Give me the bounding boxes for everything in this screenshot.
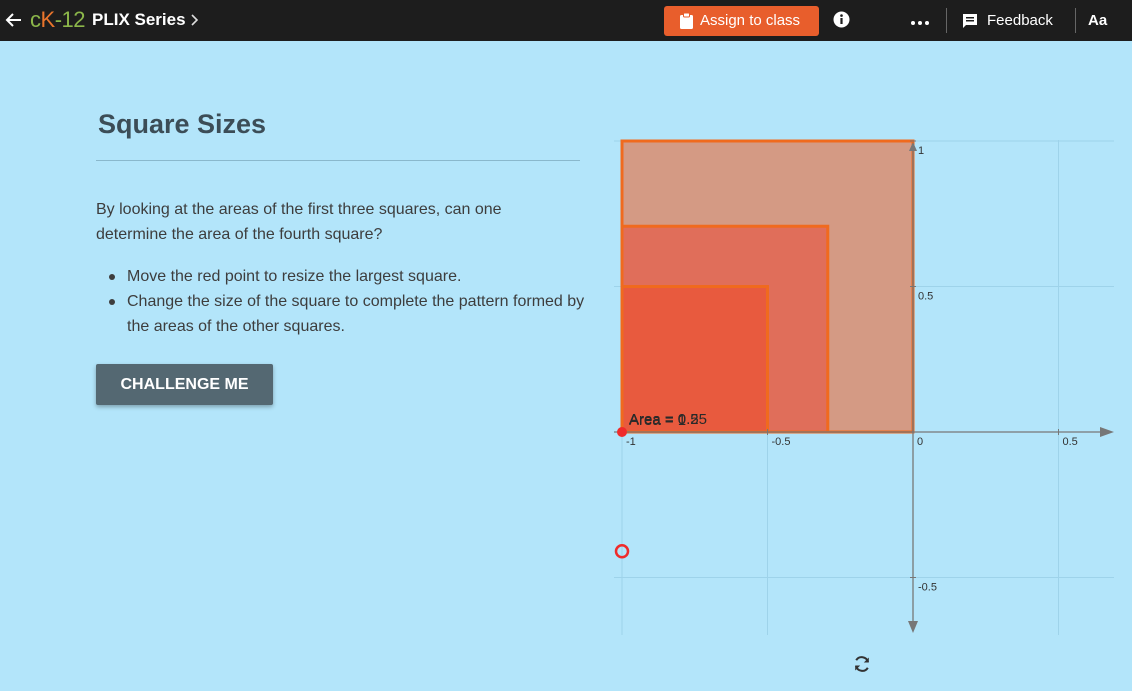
divider <box>1075 8 1076 33</box>
challenge-me-button[interactable]: CHALLENGE ME <box>96 364 273 405</box>
title-divider <box>96 160 580 161</box>
back-arrow-icon[interactable] <box>4 9 24 31</box>
instruction-list: Move the red point to resize the largest… <box>96 264 586 339</box>
clipboard-icon <box>680 13 693 29</box>
font-size-button[interactable]: Aa <box>1088 12 1107 30</box>
list-item: Change the size of the square to complet… <box>96 289 586 339</box>
resize-point[interactable] <box>617 427 627 437</box>
question-text: By looking at the areas of the first thr… <box>96 201 502 243</box>
x-tick-label: -1 <box>626 436 636 448</box>
instruction-text: Move the red point to resize the largest… <box>127 268 462 285</box>
page-title: Square Sizes <box>98 109 267 139</box>
x-tick-label: -0.5 <box>772 436 791 448</box>
assign-to-class-button[interactable]: Assign to class <box>664 6 819 36</box>
feedback-icon <box>963 14 977 28</box>
ck12-logo[interactable]: cK-12 <box>30 7 85 33</box>
feedback-label: Feedback <box>987 12 1053 29</box>
y-axis-arrow-icon <box>908 621 918 633</box>
y-tick-label: 1 <box>918 145 924 157</box>
bullet-icon <box>109 274 115 280</box>
info-icon[interactable] <box>833 11 850 28</box>
x-tick-label: 0.5 <box>1063 436 1078 448</box>
y-tick-label: -0.5 <box>918 582 937 594</box>
chevron-right-icon <box>191 14 199 26</box>
divider <box>946 8 947 33</box>
plix-series-link[interactable]: PLIX Series <box>92 10 186 30</box>
x-tick-label: 0 <box>917 436 923 448</box>
top-bar: cK-12 PLIX Series Assign to class Feedba… <box>0 0 1132 41</box>
bullet-icon <box>109 299 115 305</box>
instruction-text: Change the size of the square to complet… <box>127 293 585 335</box>
assign-label: Assign to class <box>700 12 801 29</box>
list-item: Move the red point to resize the largest… <box>96 264 586 289</box>
area-label: Area = 0.25 <box>629 411 707 428</box>
coordinate-graph[interactable]: -1 -0.5 0 0.510.5-0.5Area = 1Area = 0.5Area… <box>606 125 1132 645</box>
y-tick-label: 0.5 <box>918 291 933 303</box>
x-axis-arrow-icon <box>1100 427 1114 437</box>
more-dots-icon[interactable] <box>909 11 933 31</box>
reset-icon[interactable] <box>852 654 872 674</box>
